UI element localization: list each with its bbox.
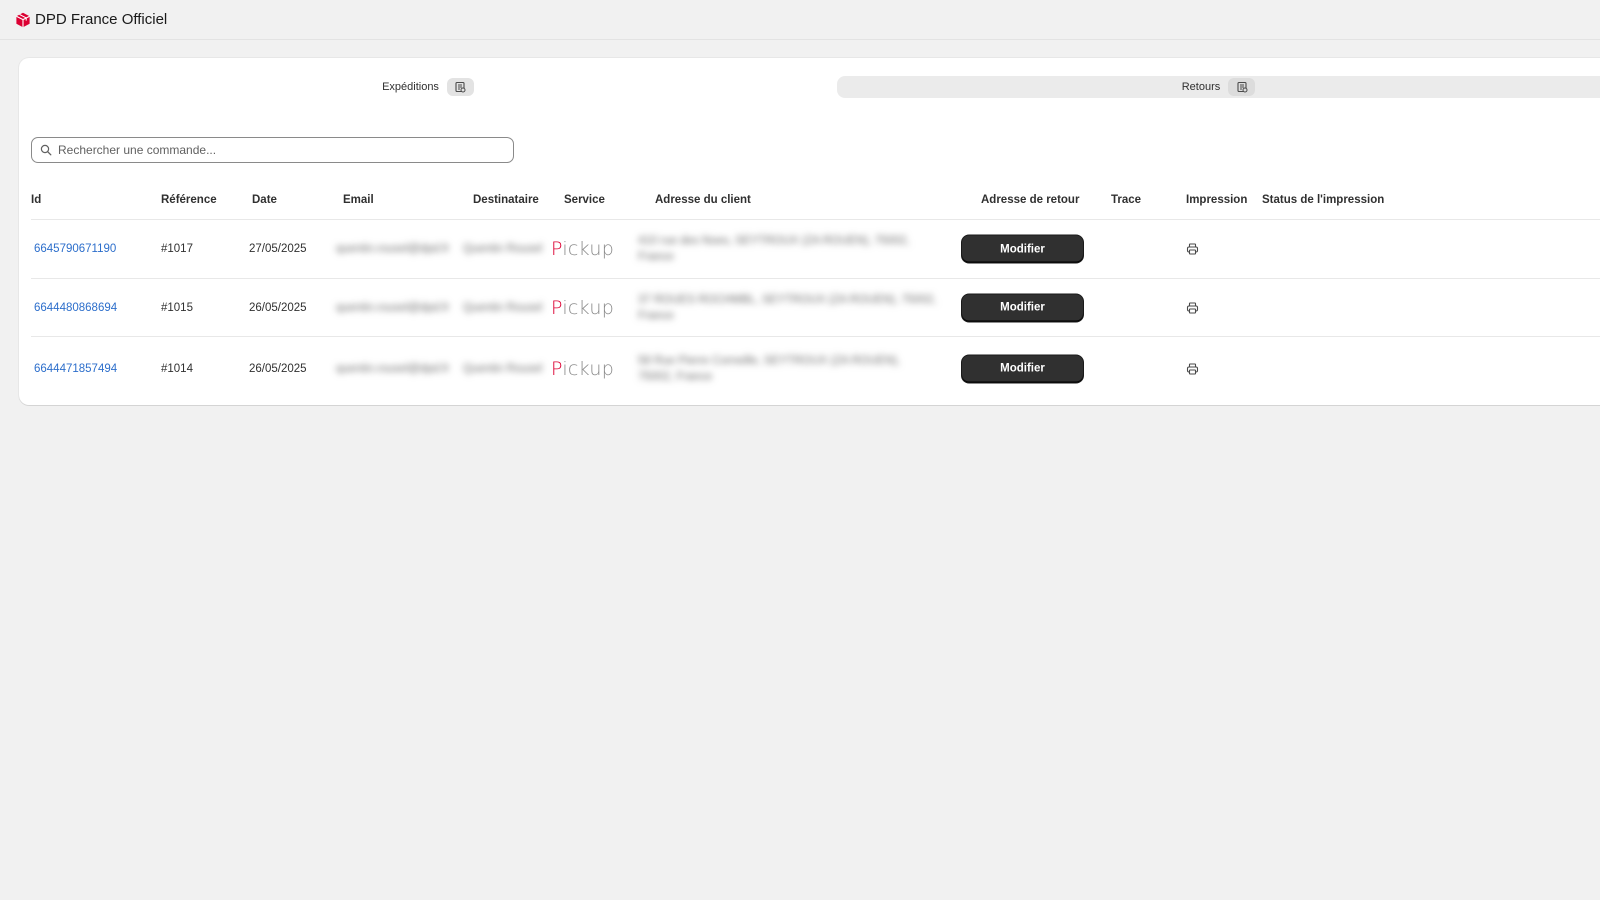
receipt-icon bbox=[446, 78, 474, 96]
search-icon bbox=[40, 144, 52, 156]
order-reference: #1017 bbox=[161, 243, 193, 255]
tab-expeditions[interactable]: Expéditions bbox=[19, 76, 837, 98]
customer-address: 410 rue des Noes, SEYTROUX (ZA ROUEN), 7… bbox=[638, 235, 910, 263]
top-bar: DPD France Officiel bbox=[0, 0, 1600, 40]
search-input[interactable] bbox=[58, 143, 498, 157]
order-id-link[interactable]: 6644480868694 bbox=[34, 302, 117, 314]
printer-icon[interactable] bbox=[1186, 362, 1199, 375]
tab-retours[interactable]: Retours bbox=[837, 76, 1600, 98]
service-pickup-logo: Pickup bbox=[551, 357, 615, 380]
table-row[interactable]: 6644471857494 #1014 26/05/2025 quentin.r… bbox=[31, 337, 1600, 400]
modify-return-address-button[interactable]: Modifier bbox=[962, 235, 1083, 263]
search-field[interactable] bbox=[31, 137, 514, 163]
service-pickup-logo: Pickup bbox=[551, 296, 615, 319]
tab-retours-label: Retours bbox=[1181, 81, 1221, 93]
app-title: DPD France Officiel bbox=[35, 11, 168, 28]
customer-email: quentin.rousel@dpd.fr bbox=[336, 362, 450, 375]
column-header-adresse-retour[interactable]: Adresse de retour bbox=[981, 194, 1079, 206]
customer-address: 37 ROUES ROCHMBL, SEYTROUX (ZA ROUEN), 7… bbox=[638, 293, 937, 322]
orders-card: Expéditions Retours Id Référence Date Em… bbox=[19, 58, 1600, 405]
order-date: 26/05/2025 bbox=[249, 301, 307, 314]
column-header-reference[interactable]: Référence bbox=[161, 194, 217, 206]
tab-expeditions-label: Expéditions bbox=[382, 81, 439, 93]
column-header-id[interactable]: Id bbox=[31, 194, 41, 206]
order-date: 27/05/2025 bbox=[249, 243, 307, 255]
table-header: Id Référence Date Email Destinataire Ser… bbox=[31, 182, 1600, 220]
order-id-link[interactable]: 6644471857494 bbox=[34, 363, 117, 375]
order-id-link[interactable]: 6645790671190 bbox=[34, 243, 116, 255]
column-header-trace[interactable]: Trace bbox=[1111, 194, 1141, 206]
table-row[interactable]: 6645790671190 #1017 27/05/2025 quentin.r… bbox=[31, 220, 1600, 279]
printer-icon[interactable] bbox=[1186, 301, 1199, 314]
recipient-name: Quentin Rousel bbox=[463, 301, 543, 314]
receipt-icon bbox=[1228, 78, 1256, 96]
column-header-date[interactable]: Date bbox=[252, 194, 277, 206]
modify-return-address-button[interactable]: Modifier bbox=[962, 294, 1083, 321]
column-header-email[interactable]: Email bbox=[343, 194, 374, 206]
service-pickup-logo: Pickup bbox=[551, 238, 615, 260]
modify-return-address-button[interactable]: Modifier bbox=[962, 355, 1083, 382]
customer-email: quentin.rousel@dpd.fr bbox=[336, 301, 450, 314]
order-reference: #1014 bbox=[161, 362, 193, 375]
orders-table: Id Référence Date Email Destinataire Ser… bbox=[31, 182, 1600, 400]
recipient-name: Quentin Rousel bbox=[463, 362, 543, 375]
recipient-name: Quentin Rousel bbox=[463, 243, 543, 255]
tabs: Expéditions Retours bbox=[19, 76, 1600, 98]
column-header-impression[interactable]: Impression bbox=[1186, 194, 1247, 206]
column-header-service[interactable]: Service bbox=[564, 194, 605, 206]
dpd-logo-icon bbox=[16, 12, 30, 27]
column-header-status-impression[interactable]: Status de l'impression bbox=[1262, 194, 1384, 206]
order-reference: #1015 bbox=[161, 301, 193, 314]
order-date: 26/05/2025 bbox=[249, 362, 307, 375]
customer-email: quentin.rousel@dpd.fr bbox=[336, 243, 450, 255]
printer-icon[interactable] bbox=[1186, 243, 1199, 256]
customer-address: 58 Rue Pierre Corneille, SEYTROUX (ZA RO… bbox=[638, 354, 901, 383]
column-header-destinataire[interactable]: Destinataire bbox=[473, 194, 539, 206]
table-row[interactable]: 6644480868694 #1015 26/05/2025 quentin.r… bbox=[31, 279, 1600, 337]
column-header-adresse-client[interactable]: Adresse du client bbox=[655, 194, 751, 206]
